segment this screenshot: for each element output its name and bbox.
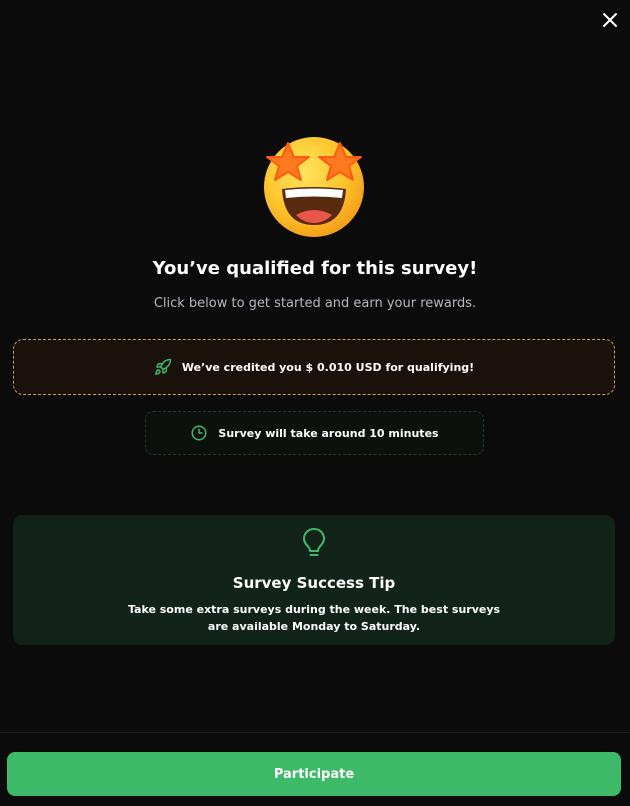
- clock-icon: [191, 425, 207, 441]
- footer-divider: [0, 732, 630, 733]
- lightbulb-icon: [303, 528, 325, 556]
- close-button[interactable]: [598, 8, 622, 32]
- duration-notice: Survey will take around 10 minutes: [145, 411, 484, 455]
- tip-card: Survey Success Tip Take some extra surve…: [13, 515, 615, 645]
- credit-text: We’ve credited you $ 0.010 USD for quali…: [181, 360, 475, 374]
- modal-subtitle: Click below to get started and earn your…: [153, 296, 477, 311]
- qualification-modal: You’ve qualified for this survey! Click …: [0, 0, 630, 806]
- duration-text: Survey will take around 10 minutes: [218, 426, 439, 440]
- star-struck-emoji-icon: [264, 137, 364, 237]
- credit-notice: We’ve credited you $ 0.010 USD for quali…: [13, 339, 615, 395]
- rocket-icon: [154, 358, 172, 375]
- tip-title: Survey Success Tip: [232, 574, 396, 592]
- modal-title: You’ve qualified for this survey!: [152, 258, 478, 279]
- close-icon: [603, 13, 617, 27]
- tip-body: Take some extra surveys during the week.…: [127, 603, 501, 633]
- participate-button[interactable]: Participate: [7, 752, 621, 796]
